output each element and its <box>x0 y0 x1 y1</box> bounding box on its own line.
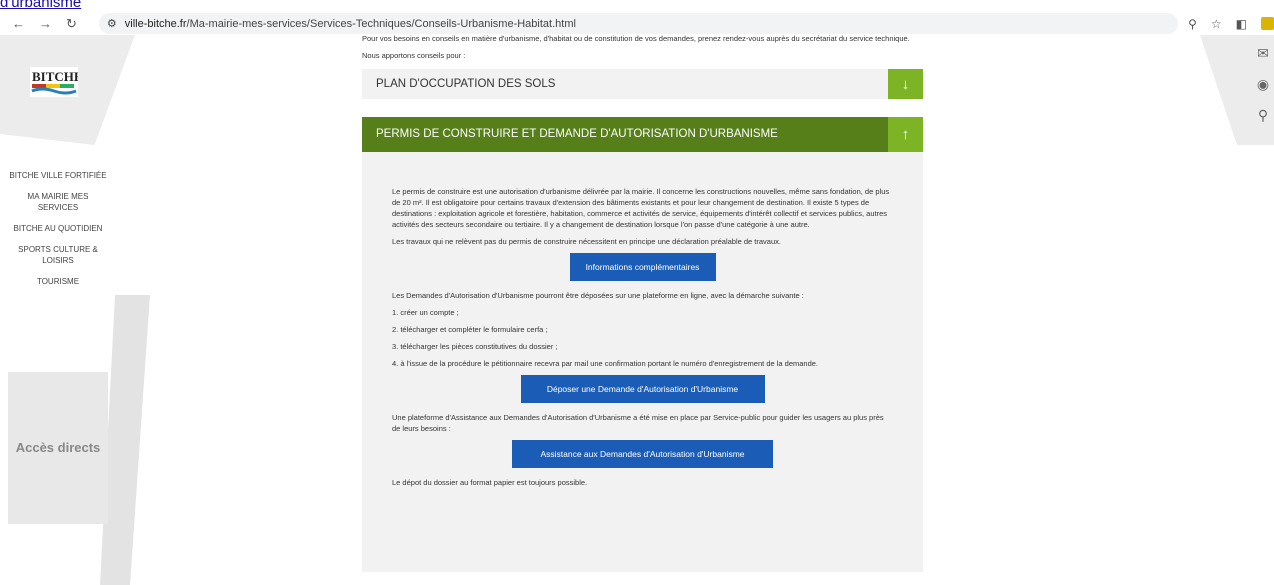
accordion-plan-occupation-sols[interactable]: PLAN D'OCCUPATION DES SOLS ↓ <box>362 69 923 99</box>
accordion-title: PERMIS DE CONSTRUIRE ET DEMANDE D'AUTORI… <box>376 128 778 140</box>
assistance-demandes-button[interactable]: Assistance aux Demandes d'Autorisation d… <box>512 440 773 468</box>
step-item: 1. créer un compte ; <box>392 308 459 317</box>
step-item: 4. à l'issue de la procédure le pétition… <box>392 359 819 368</box>
sidebar-item-bitche-au-quotidien[interactable]: BITCHE AU QUOTIDIEN <box>8 218 108 239</box>
acces-directs-button[interactable]: Accès directs <box>8 372 108 524</box>
accordion-title: PLAN D'OCCUPATION DES SOLS <box>376 77 556 90</box>
extension-icon[interactable] <box>1261 16 1274 30</box>
sidebar-item-sports-culture-loisirs[interactable]: SPORTS CULTURE & LOISIRS <box>8 239 108 271</box>
accordion-permis-de-construire[interactable]: PERMIS DE CONSTRUIRE ET DEMANDE D'AUTORI… <box>362 117 923 152</box>
right-tools: ✉ ◉ ⚲ <box>1254 45 1272 124</box>
sidebar-item-bitche-ville-fortifiee[interactable]: BITCHE VILLE FORTIFIÉE <box>8 165 108 186</box>
browser-toolbar: ← → ↻ ⚙ ville-bitche.fr/Ma-mairie-mes-se… <box>0 12 1274 35</box>
site-info-icon[interactable]: ⚙ <box>107 17 117 30</box>
mail-icon[interactable]: ✉ <box>1257 45 1269 62</box>
address-bar[interactable]: ⚙ ville-bitche.fr/Ma-mairie-mes-services… <box>98 13 1179 34</box>
arrow-up-icon[interactable]: ↑ <box>888 117 923 152</box>
browser-actions: ⚲ ☆ ◧ <box>1188 16 1274 31</box>
main-content: Pour vos besoins en conseils en matière … <box>362 35 923 572</box>
bookmark-star-icon[interactable]: ☆ <box>1211 17 1222 31</box>
step-item: 2. télécharger et compléter le formulair… <box>392 325 548 334</box>
url-site: ville-bitche.fr <box>124 17 187 30</box>
search-icon[interactable]: ⚲ <box>1258 107 1268 124</box>
url-path: /Ma-mairie-mes-services/Services-Techniq… <box>186 17 576 30</box>
sidebar-item-ma-mairie-mes-services[interactable]: MA MAIRIE MES SERVICES <box>8 186 108 218</box>
paragraph: Une plateforme d'Assistance aux Demandes… <box>392 413 884 433</box>
reload-icon[interactable]: ↻ <box>66 16 77 32</box>
arrow-down-icon[interactable]: ↓ <box>888 69 923 99</box>
top-link[interactable]: d'urbanisme <box>0 0 81 11</box>
forward-icon[interactable]: → <box>39 16 52 32</box>
accordion-panel: Le permis de construire est une autorisa… <box>362 152 923 572</box>
intro-text: Pour vos besoins en conseils en matière … <box>362 35 910 43</box>
deposer-demande-button[interactable]: Déposer une Demande d'Autorisation d'Urb… <box>520 375 765 403</box>
paragraph: Le permis de construire est une autorisa… <box>392 187 890 229</box>
side-panel-icon[interactable]: ◧ <box>1236 17 1247 31</box>
zoom-icon[interactable]: ⚲ <box>1188 17 1197 31</box>
back-icon[interactable]: ← <box>12 16 25 32</box>
acces-directs-label: Accès directs <box>15 440 101 455</box>
sidebar-nav: BITCHE VILLE FORTIFIÉE MA MAIRIE MES SER… <box>8 165 108 292</box>
paragraph: Les Demandes d'Autorisation d'Urbanisme … <box>392 291 804 300</box>
intro-list-lead: Nous apportons conseils pour : <box>362 51 466 60</box>
intro: Pour vos besoins en conseils en matière … <box>362 35 923 61</box>
logo-text: BITCHE <box>32 69 78 84</box>
site-logo[interactable]: BITCHE <box>30 67 83 97</box>
page: BITCHE BITCHE VILLE FORTIFIÉE MA MAIRIE … <box>0 35 1274 585</box>
informations-complementaires-button[interactable]: Informations complémentaires <box>569 253 716 281</box>
paragraph: Les travaux qui ne relèvent pas du permi… <box>392 237 781 246</box>
eye-icon[interactable]: ◉ <box>1257 76 1269 93</box>
sidebar-item-tourisme[interactable]: TOURISME <box>8 271 108 292</box>
browser-nav: ← → ↻ <box>12 16 77 32</box>
step-item: 3. télécharger les pièces constitutives … <box>392 342 558 351</box>
paragraph: Le dépot du dossier au format papier est… <box>392 478 588 487</box>
